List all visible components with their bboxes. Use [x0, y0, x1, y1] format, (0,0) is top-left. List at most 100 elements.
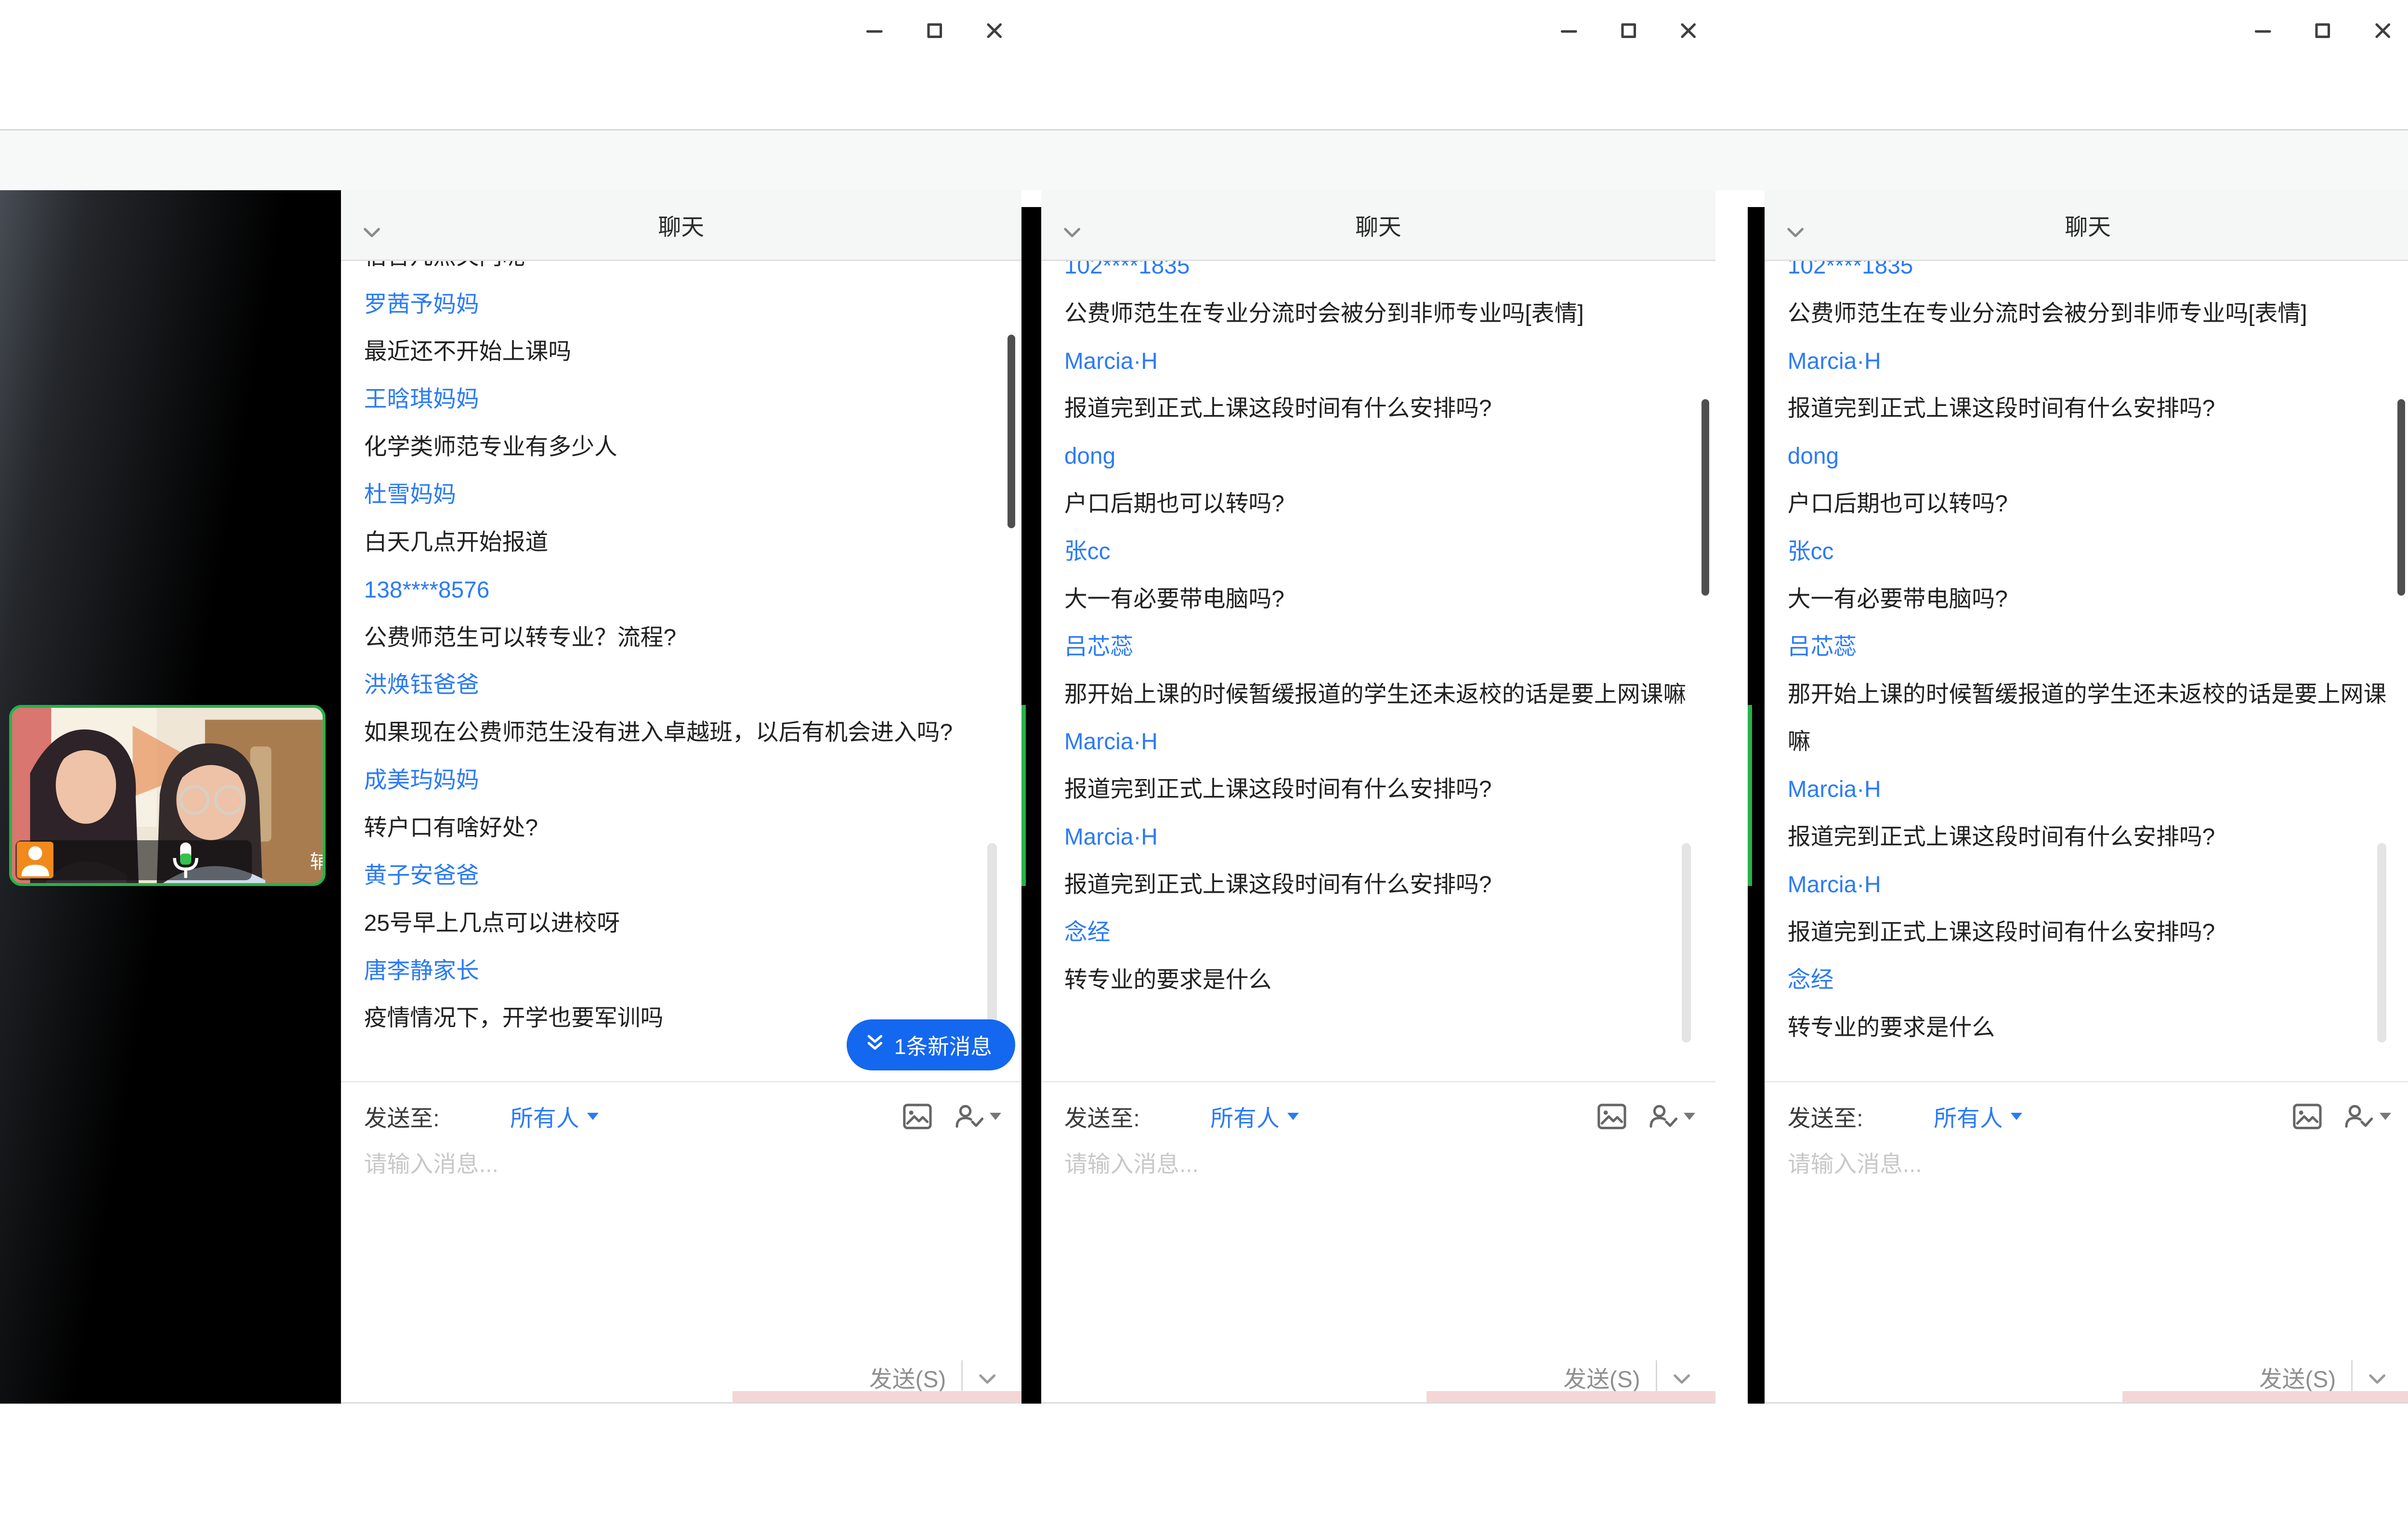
sender-name: Marcia·H — [1064, 718, 1697, 766]
send-options-button[interactable] — [978, 1363, 996, 1392]
chevron-down-icon — [2380, 1113, 2391, 1120]
chat-title: 聊天 — [1041, 208, 1715, 242]
window-2-thumbnail-edge — [1021, 705, 1026, 886]
message-text: 宿舍几点关门呢 — [364, 261, 1003, 281]
chevron-down-icon[interactable] — [1786, 217, 1805, 245]
message-text: 户口后期也可以转吗? — [1788, 481, 2393, 528]
window-controls-window-1 — [845, 0, 1024, 62]
close-icon — [984, 21, 1004, 40]
minimize-icon — [2253, 21, 2273, 40]
audience-dropdown[interactable]: 所有人 — [510, 1100, 598, 1133]
message-text: 白天几点开始报道 — [364, 519, 1003, 567]
maximize-button[interactable] — [1599, 0, 1659, 62]
sender-name: 张cc — [1064, 528, 1697, 576]
message-text: 报道完到正式上课这段时间有什么安排吗? — [1788, 385, 2393, 433]
chat-panel-window-1: 聊天宿舍几点关门呢罗茜予妈妈最近还不开始上课吗王晗琪妈妈化学类师范专业有多少人杜… — [341, 190, 1021, 1403]
send-image-button[interactable] — [902, 1103, 933, 1130]
message-text: 如果现在公费师范生没有进入卓越班，以后有机会进入吗? — [364, 709, 1003, 757]
message-text: 大一有必要带电脑吗? — [1064, 576, 1697, 624]
chat-title: 聊天 — [341, 208, 1021, 242]
sender-name: 吕芯蕊 — [1064, 624, 1697, 671]
send-button[interactable]: 发送(S) — [2259, 1361, 2336, 1394]
minimize-button[interactable] — [845, 0, 904, 62]
footer-divider — [1041, 1081, 1715, 1082]
chevron-down-icon — [2011, 1113, 2022, 1120]
scrollbar-thumb[interactable] — [2397, 399, 2405, 596]
audience-value: 所有人 — [1210, 1100, 1280, 1133]
maximize-icon — [925, 21, 944, 40]
message-text: 大一有必要带电脑吗? — [1788, 576, 2393, 624]
send-image-button[interactable] — [1597, 1103, 1627, 1130]
send-image-button[interactable] — [2292, 1103, 2323, 1130]
scrollbar-thumb[interactable] — [1701, 399, 1709, 596]
message-text: 报道完到正式上课这段时间有什么安排吗? — [1064, 861, 1697, 909]
message-text: 公费师范生可以转专业？流程? — [364, 614, 1003, 662]
video-area: 辅导员 邓文珺 — [0, 190, 341, 1403]
bottom-edge-strip — [1426, 1391, 1715, 1402]
presenter-video-thumbnail[interactable]: 辅导员 邓文珺 — [9, 705, 326, 886]
window-2-edge-sliver — [1021, 207, 1041, 1403]
send-to-label: 发送至: — [1064, 1100, 1140, 1133]
chevron-down-icon — [587, 1113, 599, 1120]
scrollbar-track-segment[interactable] — [1682, 843, 1691, 1043]
maximize-icon — [2313, 21, 2332, 40]
message-list[interactable]: 宿舍几点关门呢罗茜予妈妈最近还不开始上课吗王晗琪妈妈化学类师范专业有多少人杜雪妈… — [341, 261, 1021, 1081]
sender-name: 成美玙妈妈 — [364, 757, 1003, 805]
screen: 辅导员 邓文珺 聊天宿舍几点关门呢罗茜予妈妈最近还不开始上课吗王晗琪妈妈化学类师… — [0, 0, 2408, 1537]
chat-panel-window-2: 聊天 102****1835公费师范生在专业分流时会被分到非师专业吗[表情]Mar… — [1041, 190, 1715, 1403]
chevron-down-icon[interactable] — [363, 217, 381, 245]
close-button[interactable] — [965, 0, 1024, 62]
message-list[interactable]: 102****1835公费师范生在专业分流时会被分到非师专业吗[表情]Marci… — [1041, 261, 1715, 1081]
message-input[interactable]: 请输入消息... — [364, 1146, 498, 1179]
message-text: 25号早上几点可以进校呀 — [364, 900, 1003, 948]
sender-name: Marcia·H — [1064, 338, 1697, 386]
audience-dropdown[interactable]: 所有人 — [1210, 1100, 1298, 1133]
sender-name: 102****1835 — [1788, 261, 2393, 290]
audience-value: 所有人 — [510, 1100, 579, 1133]
send-options-button[interactable] — [1673, 1363, 1691, 1392]
close-button[interactable] — [1659, 0, 1718, 62]
message-text: 户口后期也可以转吗? — [1064, 481, 1697, 528]
send-to-label: 发送至: — [364, 1100, 440, 1133]
send-button[interactable]: 发送(S) — [1563, 1361, 1640, 1394]
message-list[interactable]: 102****1835公费师范生在专业分流时会被分到非师专业吗[表情]Marci… — [1765, 261, 2408, 1081]
mention-user-button[interactable] — [2343, 1103, 2391, 1130]
send-button[interactable]: 发送(S) — [869, 1361, 946, 1394]
message-list-inner: 102****1835公费师范生在专业分流时会被分到非师专业吗[表情]Marci… — [1788, 261, 2393, 1052]
audience-dropdown[interactable]: 所有人 — [1934, 1100, 2022, 1133]
mention-user-button[interactable] — [1647, 1103, 1696, 1130]
message-text: 公费师范生在专业分流时会被分到非师专业吗[表情] — [1064, 290, 1697, 338]
message-list-inner: 102****1835公费师范生在专业分流时会被分到非师专业吗[表情]Marci… — [1064, 261, 1697, 1004]
message-text: 报道完到正式上课这段时间有什么安排吗? — [1064, 385, 1697, 433]
window-3-thumbnail-edge — [1748, 705, 1753, 886]
chat-panel-window-3: 聊天 102****1835公费师范生在专业分流时会被分到非师专业吗[表情]Mar… — [1765, 190, 2408, 1403]
scrollbar-track-segment[interactable] — [987, 843, 996, 1043]
window-controls-window-3 — [2233, 0, 2408, 62]
sender-name: 念经 — [1788, 957, 2393, 1004]
maximize-button[interactable] — [2293, 0, 2353, 62]
new-message-button[interactable]: 1条新消息 — [847, 1019, 1015, 1070]
close-button[interactable] — [2353, 0, 2408, 62]
scrollbar-track-segment[interactable] — [2377, 843, 2386, 1043]
sender-name: 张cc — [1788, 528, 2393, 576]
message-list-inner: 宿舍几点关门呢罗茜予妈妈最近还不开始上课吗王晗琪妈妈化学类师范专业有多少人杜雪妈… — [364, 261, 1003, 1042]
chat-title: 聊天 — [1765, 208, 2408, 242]
chevron-down-icon[interactable] — [1063, 217, 1081, 245]
maximize-button[interactable] — [904, 0, 964, 62]
maximize-icon — [1619, 21, 1638, 40]
sender-name: 念经 — [1064, 909, 1697, 957]
message-text: 转户口有啥好处? — [364, 805, 1003, 852]
chat-panel-header: 聊天 — [341, 190, 1021, 261]
divider — [2351, 1360, 2353, 1394]
sender-name: Marcia·H — [1788, 766, 2393, 814]
message-input[interactable]: 请输入消息... — [1064, 1146, 1199, 1179]
footer-divider — [341, 1081, 1021, 1082]
scrollbar-thumb[interactable] — [1008, 335, 1015, 528]
mention-user-button[interactable] — [953, 1103, 1002, 1130]
minimize-button[interactable] — [1539, 0, 1598, 62]
minimize-button[interactable] — [2233, 0, 2293, 62]
close-icon — [2373, 21, 2393, 40]
send-options-button[interactable] — [2368, 1363, 2386, 1392]
message-input[interactable]: 请输入消息... — [1788, 1146, 1922, 1179]
sender-name: 138****8576 — [364, 567, 1003, 614]
